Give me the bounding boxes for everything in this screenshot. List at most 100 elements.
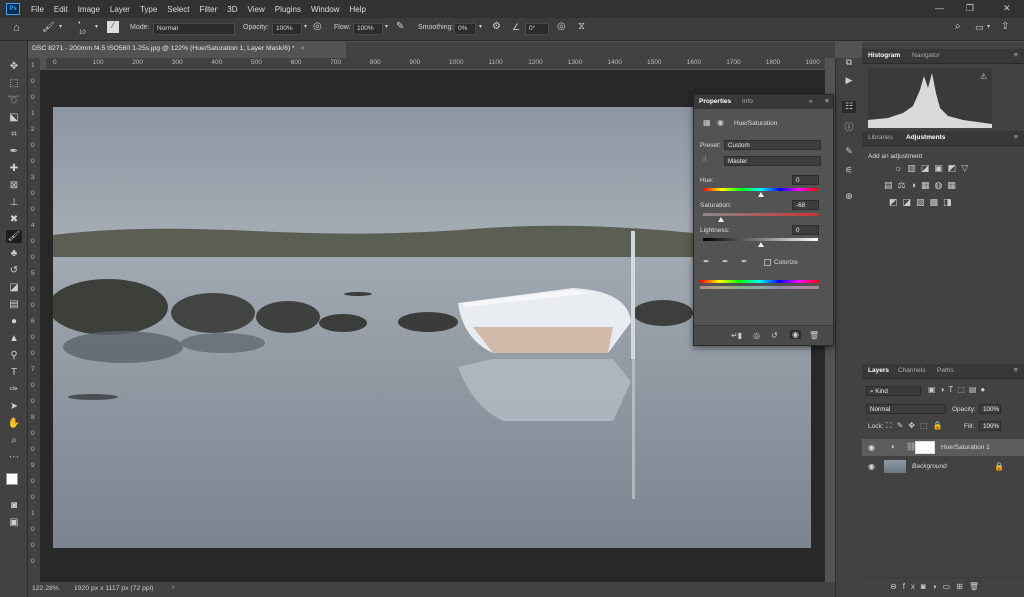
layer-name[interactable]: Background: [912, 463, 947, 470]
menu-file[interactable]: File: [26, 5, 49, 14]
frame-tool-icon[interactable]: ⊠: [6, 179, 22, 192]
panel-menu-icon[interactable]: ≡: [1014, 52, 1018, 59]
properties-panel-icon[interactable]: ☷: [842, 101, 856, 113]
layer-filter-kind[interactable]: ⌕ Kind: [866, 386, 921, 396]
eyedropper-minus-icon[interactable]: ✒: [741, 257, 748, 266]
symmetry-icon[interactable]: ⧖: [578, 21, 585, 32]
saturation-field[interactable]: -68: [792, 200, 819, 210]
blend-mode-select[interactable]: Normal: [866, 404, 946, 414]
view-previous-icon[interactable]: ◎: [753, 331, 760, 340]
colorize-checkbox[interactable]: [764, 259, 771, 266]
dodge-tool-icon[interactable]: ⚲: [6, 349, 22, 362]
lock-icons[interactable]: ⛶✎✥⬚🔒: [886, 421, 948, 431]
lasso-tool-icon[interactable]: ➰: [6, 94, 22, 107]
chevron-down-icon[interactable]: ▾: [987, 23, 990, 30]
eyedropper-icon[interactable]: ✒: [703, 257, 710, 266]
chevron-down-icon[interactable]: ▾: [304, 23, 307, 30]
brush-settings-panel-icon[interactable]: ✎: [842, 146, 856, 158]
content-move-tool-icon[interactable]: ✖: [6, 213, 22, 226]
workspace-icon[interactable]: ▭: [975, 22, 984, 33]
hand-tool-icon[interactable]: ✋: [6, 417, 22, 430]
history-brush-tool-icon[interactable]: ↺: [6, 264, 22, 277]
brush-preset-icon[interactable]: 🖌: [42, 22, 55, 33]
adjustment-icons-row-1[interactable]: ☼▥◪▣◩▽: [894, 163, 974, 175]
hue-slider-thumb[interactable]: [757, 192, 764, 197]
type-tool-icon[interactable]: T: [6, 366, 22, 379]
lightness-slider[interactable]: [703, 238, 818, 241]
smoothing-field[interactable]: 0%: [454, 23, 476, 35]
stamp-tool-icon[interactable]: ⊥: [6, 196, 22, 209]
sharpen-tool-icon[interactable]: ▲: [6, 332, 22, 345]
brushes-panel-icon[interactable]: ⚟: [842, 165, 856, 177]
brush-tool-icon[interactable]: 🖌: [6, 230, 22, 243]
channel-select[interactable]: Master: [724, 156, 821, 166]
healing-tool-icon[interactable]: ✚: [6, 162, 22, 175]
screen-mode-icon[interactable]: ▣: [6, 516, 22, 529]
eyedropper-tool-icon[interactable]: ✒: [6, 145, 22, 158]
adjustment-icons-row-2[interactable]: ▤⚖◑▦◍▦: [884, 180, 984, 192]
fill-field[interactable]: 100%: [979, 421, 1001, 431]
path-select-tool-icon[interactable]: ➤: [6, 400, 22, 413]
chevron-down-icon[interactable]: ▾: [59, 23, 62, 30]
minimize-icon[interactable]: —: [935, 3, 944, 13]
mode-select[interactable]: Normal: [153, 23, 235, 35]
maximize-icon[interactable]: ❐: [966, 3, 974, 14]
quick-mask-icon[interactable]: ◙: [6, 499, 22, 512]
chevron-down-icon[interactable]: ▾: [385, 23, 388, 30]
tab-libraries[interactable]: Libraries: [868, 134, 893, 141]
tab-histogram[interactable]: Histogram: [868, 52, 900, 59]
foreground-color-swatch[interactable]: [6, 473, 18, 485]
tab-channels[interactable]: Channels: [898, 367, 925, 374]
tab-paths[interactable]: Paths: [937, 367, 954, 374]
menu-layer[interactable]: Layer: [105, 5, 135, 14]
panel-menu-icon[interactable]: ≡: [825, 98, 829, 105]
marquee-tool-icon[interactable]: ⬚: [6, 77, 22, 90]
pressure-size-icon[interactable]: ◎: [557, 21, 566, 32]
panel-menu-icon[interactable]: ≡: [1014, 134, 1018, 141]
visibility-icon[interactable]: ◉: [790, 330, 801, 339]
menu-filter[interactable]: Filter: [195, 5, 223, 14]
crop-tool-icon[interactable]: ⌗: [6, 128, 22, 141]
layer-mask-thumbnail[interactable]: [915, 441, 935, 454]
clip-to-layer-icon[interactable]: ↵▮: [731, 331, 742, 340]
menu-type[interactable]: Type: [135, 5, 162, 14]
close-tab-icon[interactable]: ×: [301, 45, 305, 52]
opacity-field[interactable]: 100%: [272, 23, 302, 35]
trash-icon[interactable]: 🗑: [809, 331, 819, 340]
lock-icon[interactable]: 🔒: [994, 462, 1004, 471]
menu-select[interactable]: Select: [162, 5, 194, 14]
gear-icon[interactable]: ⚙: [492, 21, 501, 32]
actions-panel-icon[interactable]: ▶: [842, 75, 856, 87]
layer-name[interactable]: Hue/Saturation 1: [941, 444, 990, 451]
hue-slider[interactable]: [703, 188, 818, 191]
collapse-icon[interactable]: »: [809, 98, 813, 105]
chevron-down-icon[interactable]: ▾: [479, 23, 482, 30]
tab-navigator[interactable]: Navigator: [912, 52, 940, 59]
share-icon[interactable]: ⇪: [1001, 21, 1009, 32]
search-icon[interactable]: ⌕: [955, 21, 961, 32]
pen-tool-icon[interactable]: ✑: [6, 383, 22, 396]
targeted-adjust-icon[interactable]: ☝: [702, 155, 707, 164]
reset-icon[interactable]: ↺: [771, 331, 778, 340]
close-icon[interactable]: ✕: [1003, 3, 1011, 14]
eraser-tool-icon[interactable]: ◪: [6, 281, 22, 294]
adjustment-icons-row-3[interactable]: ◩◪▨▩◨: [889, 197, 979, 209]
eye-icon[interactable]: ◉: [868, 443, 875, 452]
tab-info[interactable]: Info: [742, 98, 753, 105]
menu-view[interactable]: View: [243, 5, 270, 14]
menu-image[interactable]: Image: [73, 5, 105, 14]
brush-settings-icon[interactable]: ⁄: [107, 21, 119, 33]
layer-row[interactable]: ◉ ◐ ⛓ Hue/Saturation 1: [862, 439, 1024, 456]
layer-row[interactable]: ◉ Background 🔒: [862, 458, 1024, 475]
hue-field[interactable]: 0: [792, 175, 819, 185]
zoom-tool-icon[interactable]: ⌕: [6, 434, 22, 447]
clone-source-panel-icon[interactable]: ⊕: [842, 191, 856, 203]
saturation-slider[interactable]: [703, 213, 818, 216]
blur-tool-icon[interactable]: ●: [6, 315, 22, 328]
document-tab[interactable]: DSC 8271 - 200mm f4.5 ISO560 1-25s.jpg @…: [28, 42, 346, 58]
lightness-field[interactable]: 0: [792, 225, 819, 235]
lightness-slider-thumb[interactable]: [757, 242, 764, 247]
mask-icon[interactable]: ◉: [717, 118, 724, 127]
brush-size[interactable]: 10: [79, 30, 86, 36]
menu-help[interactable]: Help: [344, 5, 370, 14]
